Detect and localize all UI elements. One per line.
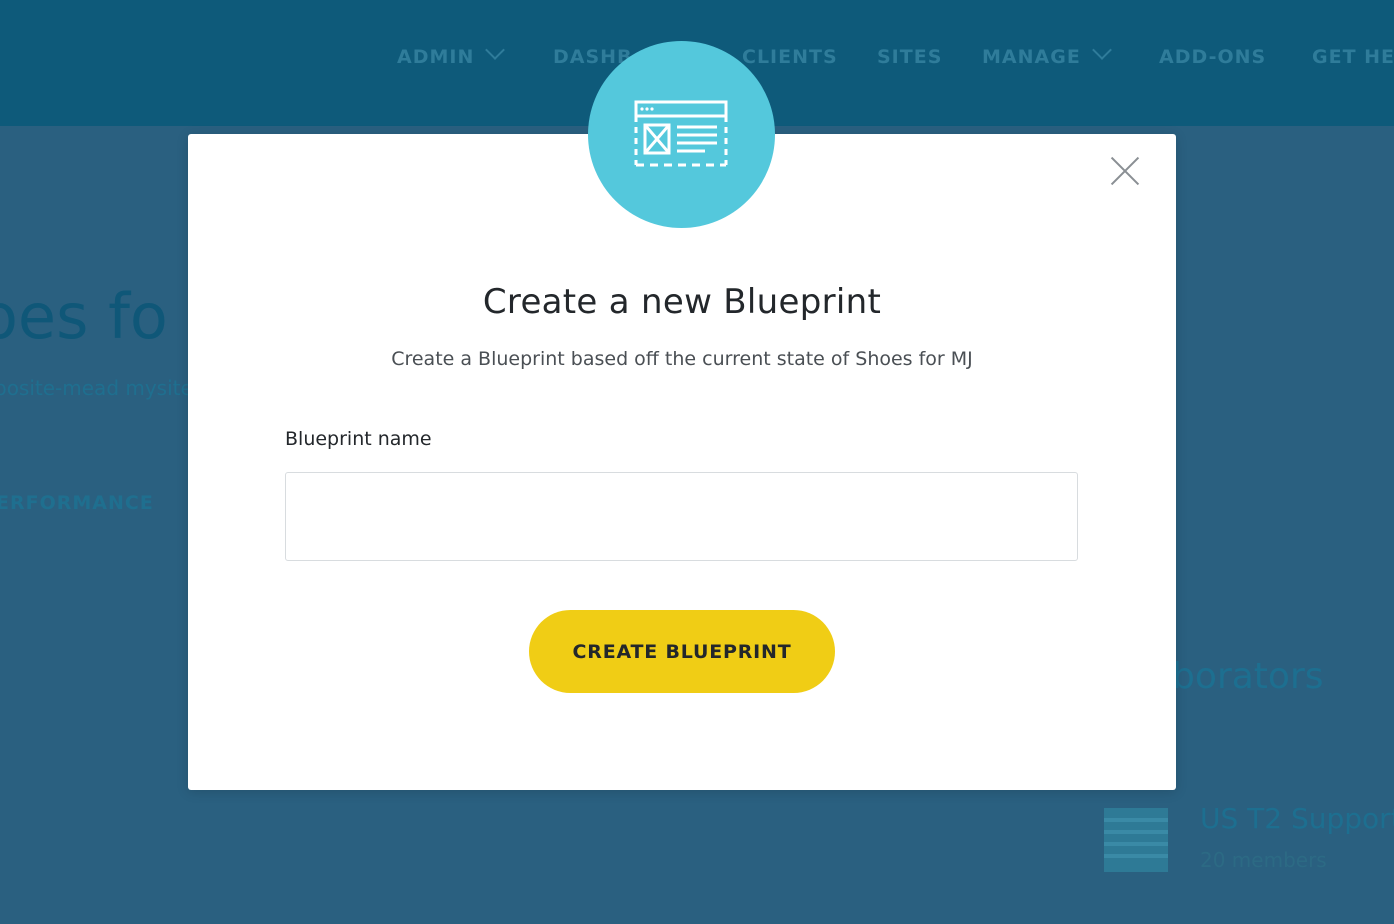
modal-description: Create a Blueprint based off the current… [391, 348, 973, 370]
nav-item-manage[interactable]: MANAGE [982, 40, 1112, 72]
close-icon[interactable] [1104, 150, 1146, 192]
team-name[interactable]: US T2 Support [1200, 802, 1394, 835]
blueprint-name-label: Blueprint name [285, 428, 432, 450]
nav-item-label: ADD-ONS [1159, 46, 1267, 68]
blueprint-wireframe-icon [634, 100, 728, 167]
modal-title: Create a new Blueprint [482, 282, 882, 322]
nav-item-label: ADMIN [397, 46, 475, 68]
site-title: oes fo [0, 280, 168, 353]
nav-item-add-ons[interactable]: ADD-ONS [1159, 42, 1266, 72]
chevron-down-icon [485, 40, 506, 60]
nav-item-label: SITES [877, 46, 943, 68]
nav-item-admin[interactable]: ADMIN [397, 40, 506, 72]
team-avatar [1104, 808, 1168, 872]
nav-item-label: MANAGE [982, 46, 1081, 68]
tab-performance[interactable]: ERFORMANCE [0, 492, 154, 514]
nav-item-clients[interactable]: CLIENTS [742, 42, 838, 72]
nav-item-get-help[interactable]: GET HE [1312, 42, 1394, 72]
site-subtitle[interactable]: posite-mead mysite [0, 376, 193, 400]
blueprint-name-input[interactable] [285, 472, 1078, 561]
blueprint-badge [588, 41, 775, 228]
chevron-down-icon [1091, 40, 1112, 60]
collaborators-heading: aborators [1150, 656, 1324, 697]
create-blueprint-button[interactable]: CREATE BLUEPRINT [529, 610, 835, 693]
nav-item-label: CLIENTS [742, 46, 838, 68]
nav-item-label: GET HE [1312, 46, 1394, 68]
nav-item-sites[interactable]: SITES [877, 42, 942, 72]
team-member-count: 20 members [1200, 848, 1327, 872]
